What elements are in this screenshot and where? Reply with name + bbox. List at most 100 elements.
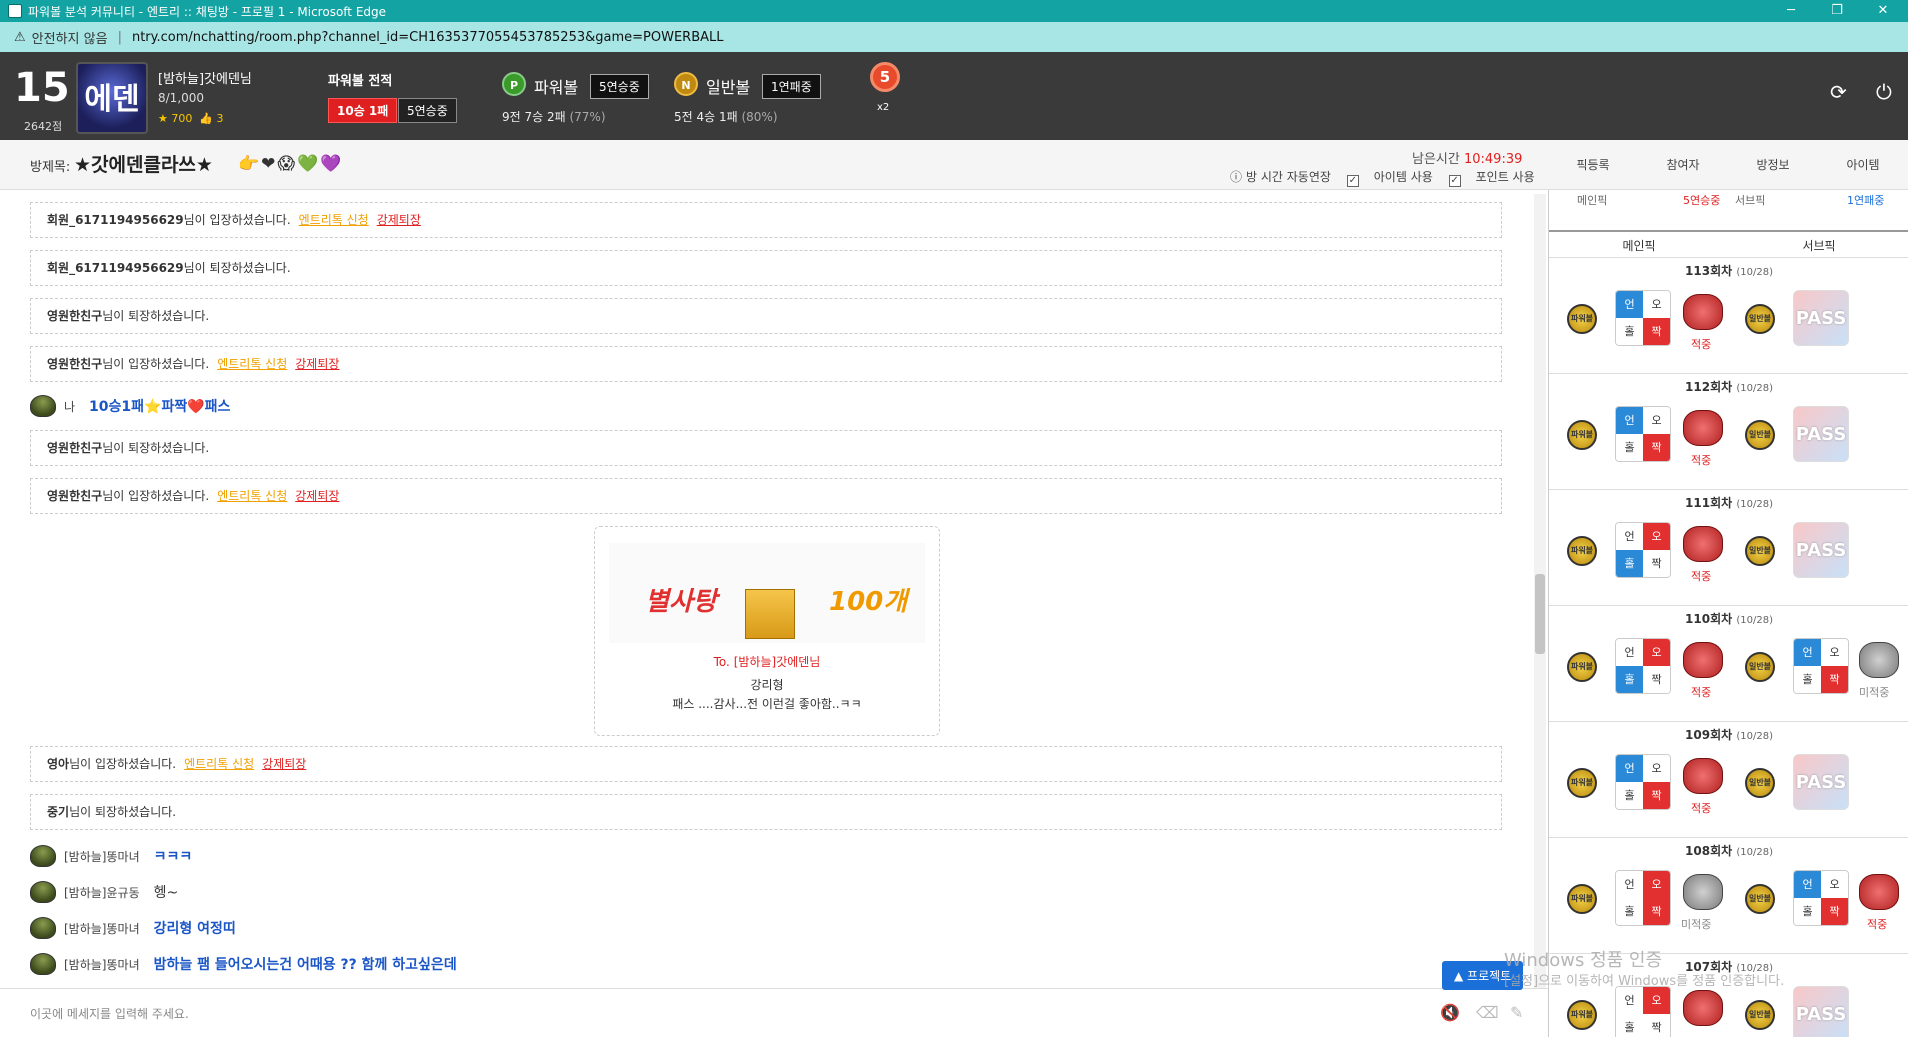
pick-cell: 언 — [1794, 639, 1821, 666]
chat-message: 나 10승1패⭐파짝❤️패스 — [30, 392, 230, 420]
sub-result-label: 미적중 — [1859, 686, 1890, 699]
item-checkbox[interactable]: ✓ — [1346, 175, 1359, 187]
pass-badge: PASS — [1793, 986, 1849, 1037]
user-name: [밤하늘]갓에덴님 — [158, 72, 252, 87]
refresh-icon[interactable]: ⟳ — [1830, 80, 1847, 104]
star-count: ★ 700 — [158, 112, 193, 125]
gift-card: 별사탕 100개 To. [밤하늘]갓에덴님 강리형 패스 ....감사...전… — [594, 526, 940, 736]
info-icon: ⓘ — [1230, 170, 1243, 184]
gift-to-label: To. — [713, 655, 730, 669]
main-pick-grid: 언오홀짝 — [1615, 986, 1671, 1037]
room-emoji: 👉❤😱💚💜 — [238, 154, 344, 174]
avatar[interactable] — [30, 845, 56, 867]
powerball-record-title: 파워볼 전적 — [328, 74, 393, 89]
power-icon[interactable]: ⏻ — [1876, 80, 1892, 104]
watermark-line2: [설정]으로 이동하여 Windows를 정품 인증합니다. — [1504, 974, 1785, 989]
round-row: 113회차 (10/28) 파워볼 언 오 홀 짝 적중 일반볼 PASS — [1549, 258, 1908, 374]
sender-name: 나 — [64, 399, 76, 414]
normalball-streak: 1연패중 — [762, 74, 821, 99]
normalball-label: 일반볼 — [706, 78, 751, 97]
main-pick-header: 메인픽 — [1622, 239, 1656, 253]
medal-multiplier: x2 — [877, 102, 890, 113]
pass-badge: PASS — [1793, 290, 1849, 346]
avatar[interactable] — [30, 917, 56, 939]
maximize-button[interactable]: ❐ — [1814, 0, 1860, 22]
pick-cell: 홀 — [1616, 318, 1643, 345]
pick-sidebar: 메인픽 5연승중 서브픽 1연패중 메인픽 서브픽 113회차 (10/28) 파… — [1548, 190, 1908, 1037]
avatar[interactable] — [30, 881, 56, 903]
powerball-pct: (77%) — [569, 110, 606, 124]
pick-cell: 짝 — [1643, 898, 1670, 925]
pick-cell: 오 — [1821, 871, 1848, 898]
chat-scrollbar[interactable] — [1534, 194, 1546, 988]
tab-pick[interactable]: 픽등록 — [1548, 156, 1638, 173]
normalball-record: 5전 4승 1패 — [674, 110, 738, 124]
eraser-icon[interactable]: ⌫ — [1476, 1003, 1499, 1022]
main-pick-grid: 언오홀짝 — [1615, 870, 1671, 926]
side-header: 메인픽 서브픽 — [1549, 230, 1908, 258]
talk-request-link[interactable]: 엔트리톡 신청 — [184, 757, 254, 771]
round-row: 111회차 (10/28) 파워볼 언 오 홀 짝 적중 일반볼 PASS — [1549, 490, 1908, 606]
powerball-icon: P — [502, 72, 526, 96]
round-title: 109회차 (10/28) — [1685, 728, 1773, 742]
result-mascot-icon — [1683, 526, 1723, 562]
pick-cell: 홀 — [1616, 782, 1643, 809]
url-text[interactable]: ntry.com/nchatting/room.php?channel_id=C… — [132, 30, 724, 45]
pick-cell: 언 — [1616, 755, 1643, 782]
kick-link[interactable]: 강제퇴장 — [377, 213, 421, 227]
main-pick-grid: 언오홀짝 — [1615, 638, 1671, 694]
room-name: ★갓에덴클라쓰★ — [74, 154, 213, 176]
kick-link[interactable]: 강제퇴장 — [295, 489, 339, 503]
pick-cell: 오 — [1643, 871, 1670, 898]
sender-name: [밤하늘]똥마녀 — [64, 957, 140, 972]
system-message: 회원_6171194956629님이 입장하셨습니다. 엔트리톡 신청 강제퇴장 — [30, 202, 1502, 238]
pick-cell: 짝 — [1821, 898, 1848, 925]
mute-icon[interactable]: 🔇 — [1440, 1003, 1460, 1022]
kick-link[interactable]: 강제퇴장 — [295, 357, 339, 371]
avatar[interactable]: 에덴 — [76, 62, 148, 134]
sub-pick-grid: 언오홀짝 — [1793, 870, 1849, 926]
pick-cell: 짝 — [1643, 318, 1670, 345]
normalball-icon: N — [674, 72, 698, 96]
main-pick-grid: 언오홀짝 — [1615, 290, 1671, 346]
auto-extend-label[interactable]: 방 시간 자동연장 — [1246, 170, 1331, 184]
avatar[interactable] — [30, 395, 56, 417]
address-bar[interactable]: ⚠ 안전하지 않음 | ntry.com/nchatting/room.php?… — [0, 22, 1908, 52]
normalball-pct: (80%) — [741, 110, 778, 124]
window-title: 파워볼 분석 커뮤니티 - 엔트리 :: 채팅방 - 프로필 1 - Micro… — [28, 4, 387, 19]
item-use-toggle[interactable]: ✓ 아이템 사용 — [1346, 170, 1433, 187]
close-window-button[interactable]: ✕ — [1860, 0, 1906, 22]
talk-request-link[interactable]: 엔트리톡 신청 — [217, 357, 287, 371]
pass-badge: PASS — [1793, 406, 1849, 462]
normalball-ball-icon: 일반볼 — [1745, 1000, 1775, 1030]
point-checkbox[interactable]: ✓ — [1448, 175, 1461, 187]
side-summary: 메인픽 5연승중 서브픽 1연패중 — [1577, 194, 1885, 207]
round-title: 110회차 (10/28) — [1685, 612, 1773, 626]
magic-icon[interactable]: ✎ — [1510, 1003, 1523, 1022]
pick-cell: 홀 — [1616, 550, 1643, 577]
talk-request-link[interactable]: 엔트리톡 신청 — [299, 213, 369, 227]
round-row: 110회차 (10/28) 파워볼 언 오 홀 짝 적중 일반볼 언 오 홀 짝 미적중 — [1549, 606, 1908, 722]
kick-link[interactable]: 강제퇴장 — [262, 757, 306, 771]
pick-cell: 짝 — [1643, 434, 1670, 461]
talk-request-link[interactable]: 엔트리톡 신청 — [217, 489, 287, 503]
point-use-toggle[interactable]: ✓ 포인트 사용 — [1448, 170, 1535, 187]
tab-participants[interactable]: 참여자 — [1638, 156, 1728, 173]
gift-box-icon — [745, 589, 795, 639]
result-label: 적중 — [1691, 686, 1712, 699]
minimize-button[interactable]: ─ — [1768, 0, 1814, 22]
avatar[interactable] — [30, 953, 56, 975]
tab-items[interactable]: 아이템 — [1818, 156, 1908, 173]
gift-sender: 강리형 — [750, 678, 784, 692]
tab-room-info[interactable]: 방정보 — [1728, 156, 1818, 173]
gift-candy-label: 별사탕 — [645, 587, 717, 617]
round-row: 112회차 (10/28) 파워볼 언 오 홀 짝 적중 일반볼 PASS — [1549, 374, 1908, 490]
record-win-badge: 10승 1패 — [328, 98, 398, 123]
scroll-thumb[interactable] — [1535, 574, 1545, 654]
chat-area: 회원_6171194956629님이 입장하셨습니다. 엔트리톡 신청 강제퇴장 회… — [0, 190, 1548, 988]
message-input[interactable]: 이곳에 메세지를 입력해 주세요. — [30, 1005, 189, 1022]
result-mascot-icon — [1683, 874, 1723, 910]
powerball-ball-icon: 파워볼 — [1567, 884, 1597, 914]
normalball-ball-icon: 일반볼 — [1745, 768, 1775, 798]
pick-cell: 짝 — [1643, 1014, 1670, 1037]
